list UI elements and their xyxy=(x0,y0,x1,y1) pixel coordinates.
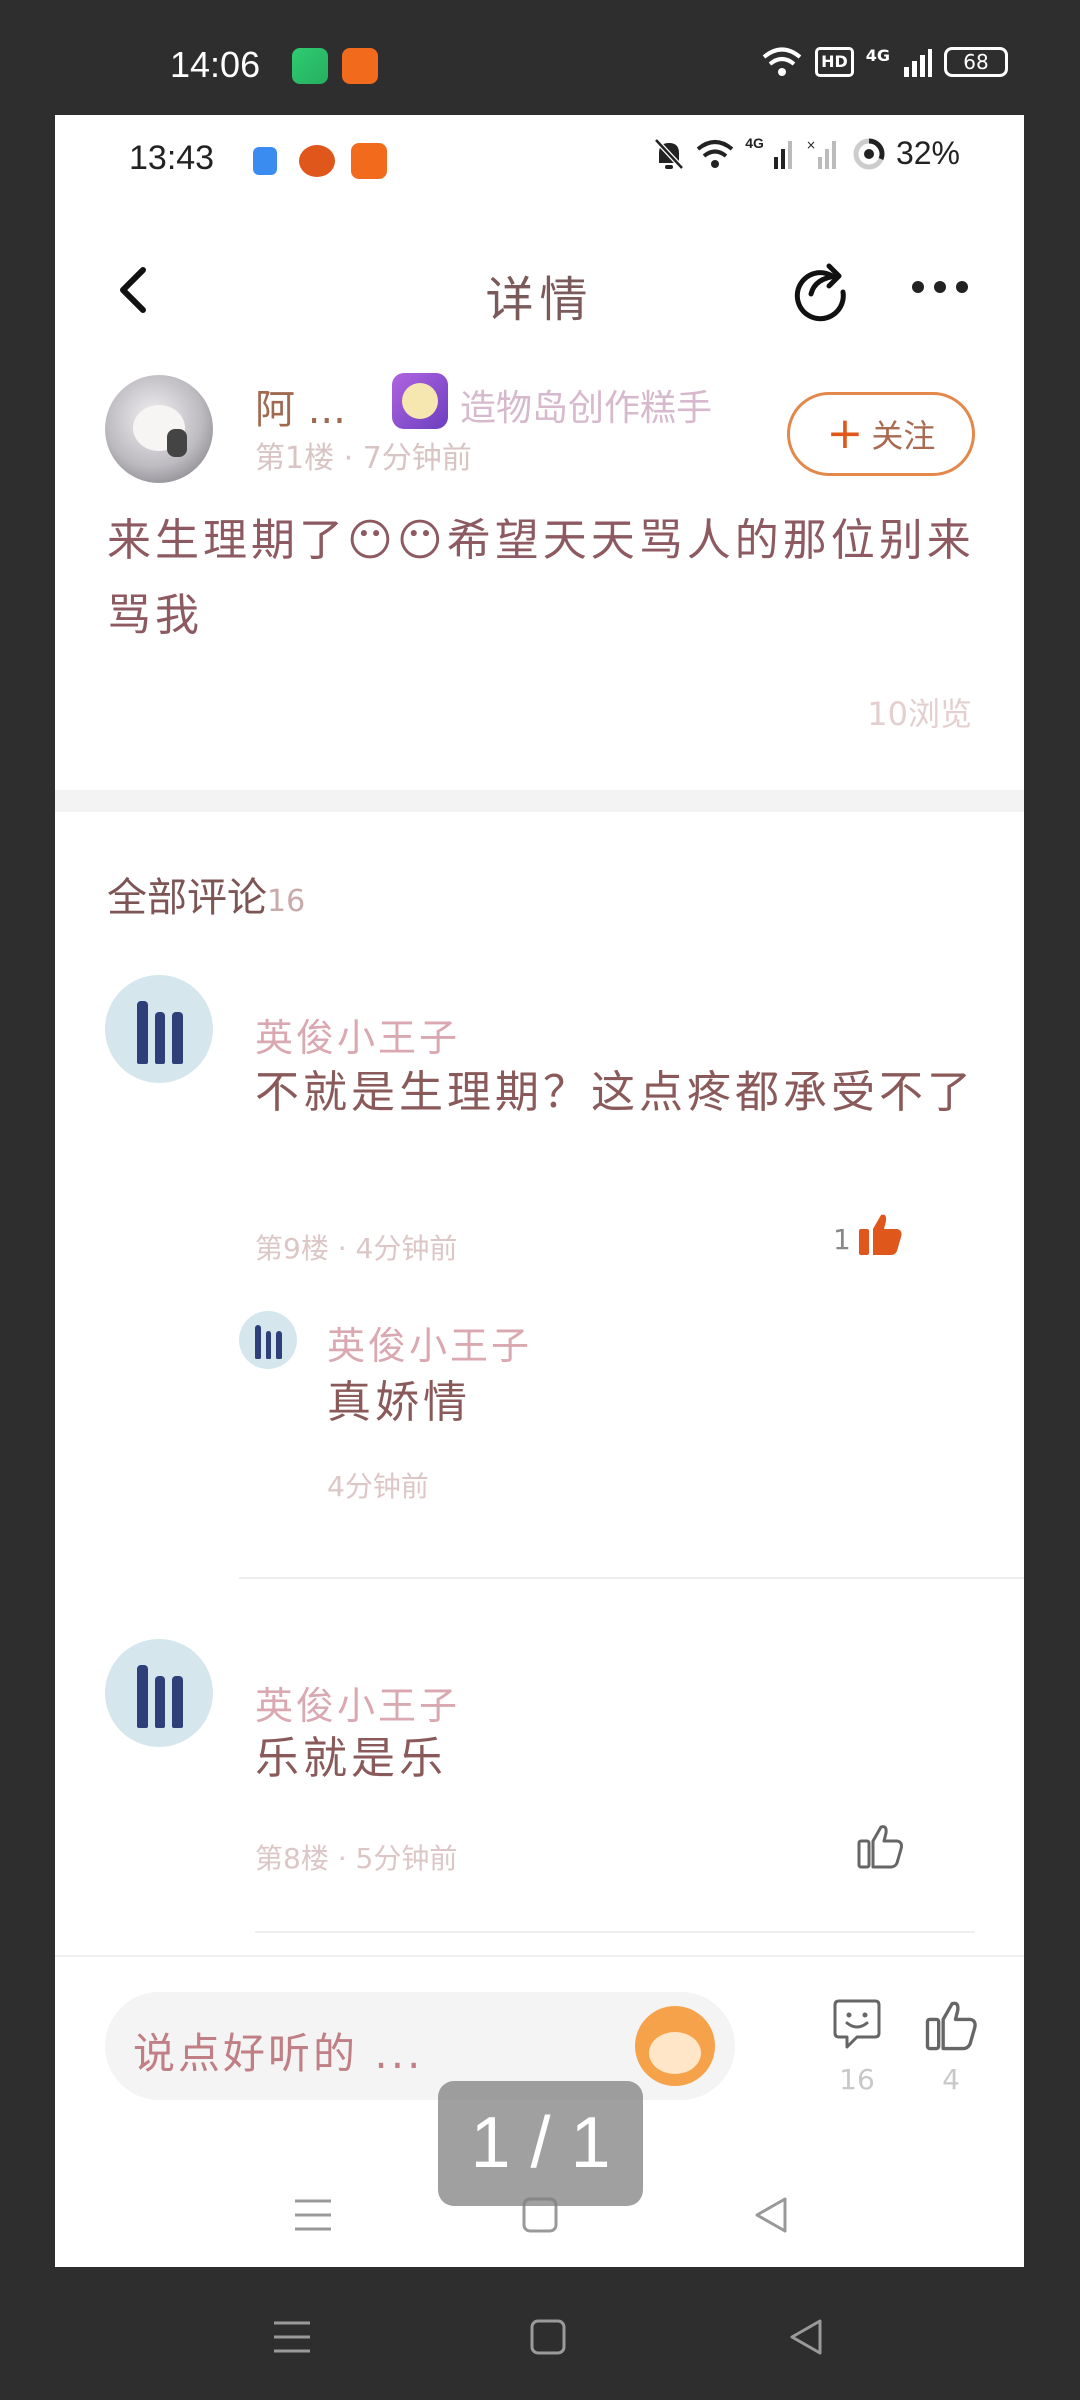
follow-button[interactable]: + 关注 xyxy=(787,392,975,476)
emoji-icon[interactable] xyxy=(635,2006,715,2086)
reply-meta: 4分钟前 xyxy=(327,1470,429,1503)
like-button[interactable] xyxy=(855,1821,905,1875)
thumb-up-icon xyxy=(857,1825,903,1869)
battery-percent: 32% xyxy=(895,135,960,171)
comment-meta: 第8楼 · 5分钟前 xyxy=(255,1842,458,1875)
page-indicator: 1 / 1 xyxy=(438,2081,643,2206)
outer-navigation-bar xyxy=(0,2267,1080,2400)
share-button[interactable] xyxy=(785,252,855,322)
creator-badge: 造物岛创作糕手 xyxy=(460,388,713,429)
comment-author[interactable]: 英俊小王子 xyxy=(255,1675,460,1730)
wifi-icon xyxy=(762,47,802,76)
screenshot-panel: 13:43 4G × 32% 详情 阿 ... 造物岛创作糕手 第1楼 · 7分… xyxy=(55,115,1024,2267)
comment-count: 16 xyxy=(839,2063,875,2096)
menu-icon[interactable] xyxy=(270,2317,314,2357)
inner-status-icons: 4G × 32% xyxy=(653,135,960,172)
app-icon xyxy=(253,147,277,175)
outer-status-icons: HD 4G 68 xyxy=(761,46,1008,78)
post-like-count: 4 xyxy=(942,2063,960,2096)
comments-header: 全部评论16 xyxy=(107,865,305,923)
signal-off-icon: × xyxy=(806,139,836,169)
comment-avatar[interactable] xyxy=(105,1639,213,1747)
video-app-icon xyxy=(292,48,328,84)
mute-icon xyxy=(654,137,685,170)
comment-avatar[interactable] xyxy=(105,975,213,1083)
menu-icon[interactable] xyxy=(291,2195,335,2235)
signal-icon xyxy=(904,49,932,77)
outer-status-bar: 14:06 HD 4G 68 xyxy=(0,0,1080,115)
inner-status-bar: 13:43 4G × 32% xyxy=(55,115,1024,205)
home-icon[interactable] xyxy=(528,2317,568,2357)
comment-input[interactable]: 说点好听的 ... xyxy=(105,1992,735,2100)
plus-icon: + xyxy=(826,408,864,459)
more-icon xyxy=(912,281,924,293)
network-label: 4G xyxy=(745,135,764,151)
reply-author[interactable]: 英俊小王子 xyxy=(327,1315,532,1370)
comment-text: 不就是生理期？这点疼都承受不了 xyxy=(255,1067,975,1118)
thumb-up-icon xyxy=(925,2001,977,2051)
post-content: 来生理期了😶😶希望天天骂人的那位别来骂我 xyxy=(107,515,975,641)
post-author-avatar[interactable] xyxy=(105,375,213,483)
svg-text:×: × xyxy=(806,139,816,152)
app-icon xyxy=(351,143,387,179)
battery-ring-icon xyxy=(853,138,885,169)
inner-time: 13:43 xyxy=(129,139,215,177)
more-button[interactable] xyxy=(900,252,980,322)
comment-input-placeholder: 说点好听的 ... xyxy=(133,2029,424,2078)
pumpkin-icon xyxy=(299,145,335,177)
comments-count: 16 xyxy=(267,884,306,919)
comment-author[interactable]: 英俊小王子 xyxy=(255,1007,460,1062)
follow-label: 关注 xyxy=(871,417,936,455)
page-title: 详情 xyxy=(485,272,594,328)
wifi-icon xyxy=(696,139,734,168)
hd-badge: HD xyxy=(815,47,854,77)
comment-divider xyxy=(255,1931,975,1933)
thumb-up-icon xyxy=(859,1214,902,1255)
post-meta: 第1楼 · 7分钟前 xyxy=(255,441,472,476)
like-count: 1 xyxy=(833,1223,851,1256)
comments-button[interactable]: 16 xyxy=(817,1997,897,2096)
like-button[interactable] xyxy=(855,1209,905,1263)
battery-indicator: 68 xyxy=(944,47,1008,77)
comment-meta: 第9楼 · 4分钟前 xyxy=(255,1232,458,1265)
post-author-name[interactable]: 阿 ... xyxy=(255,377,346,435)
outer-time: 14:06 xyxy=(170,44,261,85)
comments-title: 全部评论 xyxy=(107,875,267,921)
comment-text: 乐就是乐 xyxy=(255,1733,447,1784)
signal-icon xyxy=(773,140,792,169)
app-icon xyxy=(342,48,378,84)
reply-text: 真娇情 xyxy=(327,1377,471,1428)
view-count: 10浏览 xyxy=(867,695,972,733)
network-label: 4G xyxy=(865,46,890,65)
share-icon xyxy=(794,263,846,322)
back-nav-icon[interactable] xyxy=(786,2317,826,2357)
creator-badge-icon xyxy=(392,373,448,429)
comment-icon xyxy=(833,1999,881,2049)
section-divider xyxy=(55,790,1024,812)
post-like-button[interactable]: 4 xyxy=(911,1997,991,2096)
comment-divider xyxy=(239,1577,1024,1579)
top-nav: 详情 xyxy=(55,230,1024,350)
back-nav-icon[interactable] xyxy=(751,2195,791,2235)
reply-avatar[interactable] xyxy=(239,1311,297,1369)
